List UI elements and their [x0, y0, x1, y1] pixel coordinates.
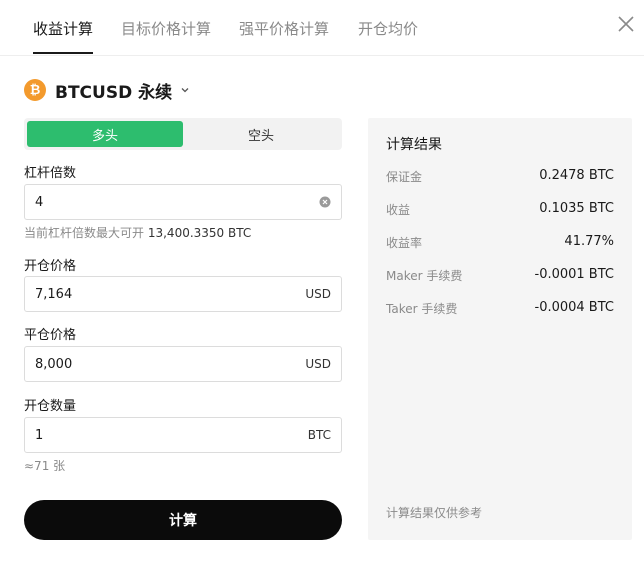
result-value: -0.0004 BTC: [534, 300, 615, 315]
quantity-input[interactable]: [35, 418, 285, 452]
max-open-label: 当前杠杆倍数最大可开: [24, 226, 145, 240]
chevron-down-icon: [181, 88, 189, 93]
side-toggle: 多头 空头: [24, 118, 342, 150]
tab-profit-calc[interactable]: 收益计算: [33, 18, 94, 54]
open-price-label: 开仓价格: [24, 259, 77, 274]
pair-name: BTCUSD 永续: [55, 82, 173, 103]
close-price-unit: USD: [305, 357, 331, 371]
result-panel: 计算结果 保证金 0.2478 BTC 收益 0.1035 BTC 收益率 41…: [368, 118, 632, 540]
result-disclaimer: 计算结果仅供参考: [386, 506, 483, 520]
result-row-maker-fee: Maker 手续费 -0.0001 BTC: [386, 267, 614, 287]
max-open-value: 13,400.3350 BTC: [147, 226, 252, 240]
result-row-profit: 收益 0.1035 BTC: [386, 201, 614, 221]
result-label: 收益率: [386, 236, 423, 250]
result-title: 计算结果: [386, 137, 442, 153]
tab-average-open-price[interactable]: 开仓均价: [358, 18, 418, 39]
open-price-input[interactable]: [35, 277, 285, 311]
result-row-roe: 收益率 41.77%: [386, 234, 614, 254]
result-label: 收益: [386, 203, 411, 217]
result-row-margin: 保证金 0.2478 BTC: [386, 168, 614, 188]
open-price-unit: USD: [305, 287, 331, 301]
calculate-button[interactable]: 计算: [24, 500, 342, 540]
close-price-field: USD: [24, 346, 342, 382]
long-button[interactable]: 多头: [27, 121, 183, 147]
quantity-label: 开仓数量: [24, 399, 77, 414]
pair-selector[interactable]: ₿ BTCUSD 永续: [24, 78, 190, 103]
result-value: 0.2478 BTC: [539, 168, 614, 183]
contracts-hint: ≈71 张: [24, 459, 66, 473]
close-price-input[interactable]: [35, 347, 285, 381]
quantity-field: BTC: [24, 417, 342, 453]
short-button[interactable]: 空头: [183, 121, 339, 147]
tab-liquidation-price-calc[interactable]: 强平价格计算: [239, 18, 329, 39]
open-price-field: USD: [24, 276, 342, 312]
leverage-max-hint: 当前杠杆倍数最大可开 13,400.3350 BTC: [24, 224, 251, 241]
leverage-field: [24, 184, 342, 220]
bitcoin-icon: ₿: [24, 79, 46, 101]
result-label: Taker 手续费: [386, 302, 458, 316]
result-value: -0.0001 BTC: [534, 267, 615, 282]
calculator-tabs: 收益计算 目标价格计算 强平价格计算 开仓均价: [0, 0, 644, 56]
leverage-input[interactable]: [35, 185, 285, 219]
result-value: 0.1035 BTC: [539, 201, 614, 216]
result-label: Maker 手续费: [386, 269, 463, 283]
quantity-unit: BTC: [307, 428, 331, 442]
clear-icon[interactable]: [319, 196, 331, 208]
tab-target-price-calc[interactable]: 目标价格计算: [121, 18, 211, 39]
result-value: 41.77%: [564, 234, 614, 249]
close-icon[interactable]: [614, 12, 638, 36]
close-price-label: 平仓价格: [24, 328, 77, 343]
result-label: 保证金: [386, 170, 423, 184]
result-row-taker-fee: Taker 手续费 -0.0004 BTC: [386, 300, 614, 320]
leverage-label: 杠杆倍数: [24, 166, 77, 181]
